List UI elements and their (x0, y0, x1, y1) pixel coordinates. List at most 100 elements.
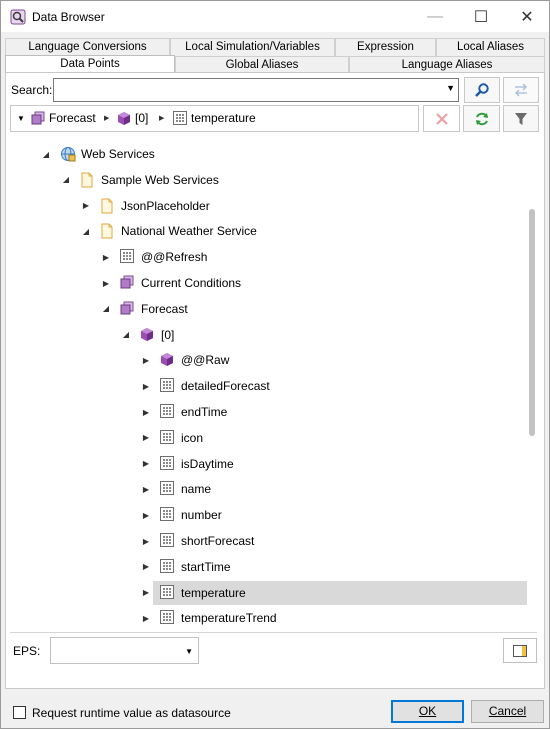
expand-arrow-icon[interactable]: ▶ (140, 612, 152, 624)
properties-panel-button[interactable] (503, 638, 537, 663)
value-field-icon (160, 507, 176, 523)
search-button[interactable] (464, 77, 500, 103)
tree-node-label: @@Raw (181, 353, 230, 368)
expand-arrow-icon[interactable]: ▶ (140, 406, 152, 418)
tree-node-label: National Weather Service (121, 224, 257, 239)
search-combobox[interactable]: ▼ (53, 78, 459, 102)
tree-scrollbar-thumb[interactable] (529, 209, 535, 436)
tree-node[interactable]: ▶ @@Refresh (100, 246, 207, 268)
value-field-icon (160, 455, 176, 472)
maximize-button[interactable]: ☐ (458, 1, 504, 32)
data-browser-window: Data Browser — ☐ ✕ Language Conversions … (0, 0, 550, 729)
tree-node-label: temperatureTrend (181, 611, 277, 626)
collapse-arrow-icon[interactable]: ◢ (40, 148, 52, 160)
clear-button[interactable] (423, 105, 460, 132)
tree-node-label: temperature (181, 585, 246, 600)
tree-node[interactable]: ▶ name (140, 478, 211, 500)
breadcrumb-item-forecast[interactable]: Forecast (31, 111, 96, 125)
breadcrumb-dropdown-icon[interactable]: ▼ (17, 114, 25, 123)
value-field-icon (120, 249, 136, 265)
tab-data-points[interactable]: Data Points (5, 55, 175, 73)
search-input[interactable] (54, 79, 434, 101)
expand-arrow-icon[interactable]: ▶ (140, 587, 152, 599)
minimize-button[interactable]: — (412, 1, 458, 32)
value-field-icon (160, 610, 176, 626)
data-point-tree[interactable]: ◢ Web Services ◢ Sample Web Services ▶ JsonPl… (10, 139, 537, 632)
object-list-icon (120, 275, 136, 291)
tree-node[interactable]: ▶ temperature (140, 580, 527, 605)
tree-node-label: Sample Web Services (101, 172, 219, 187)
expand-arrow-icon[interactable]: ▶ (140, 561, 152, 573)
tree-node[interactable]: ◢ [0] (120, 324, 174, 346)
expand-arrow-icon[interactable]: ▶ (80, 200, 92, 212)
tree-node-label: icon (181, 430, 204, 445)
tree-node[interactable]: ▶ endTime (140, 401, 227, 423)
value-field-icon (160, 558, 176, 575)
eps-dropdown-arrow-icon[interactable]: ▼ (185, 647, 193, 656)
document-icon (100, 198, 116, 214)
tree-node[interactable]: ▶ detailedForecast (140, 375, 270, 397)
tree-node-label: @@Refresh (141, 250, 208, 265)
tab-language-conversions[interactable]: Language Conversions (5, 38, 170, 56)
collapse-arrow-icon[interactable]: ◢ (100, 303, 112, 315)
filter-icon (515, 112, 527, 125)
tree-node[interactable]: ▶ JsonPlaceholder (80, 195, 210, 217)
tab-local-simulation-variables[interactable]: Local Simulation/Variables (170, 38, 335, 56)
divider (10, 632, 537, 633)
expand-arrow-icon[interactable]: ▶ (140, 432, 152, 444)
tree-node[interactable]: ◢ National Weather Service (80, 220, 257, 242)
tree-node[interactable]: ▶ shortForecast (140, 530, 254, 552)
collapse-arrow-icon[interactable]: ◢ (80, 225, 92, 237)
value-field-icon (160, 429, 176, 446)
tree-node[interactable]: ▶ icon (140, 427, 203, 449)
ok-button[interactable]: OK (391, 700, 464, 723)
runtime-value-checkbox-label[interactable]: Request runtime value as datasource (32, 706, 231, 720)
expand-arrow-icon[interactable]: ▶ (140, 509, 152, 521)
tree-node-label: [0] (161, 327, 175, 342)
expand-arrow-icon[interactable]: ▶ (100, 251, 112, 263)
tree-node[interactable]: ◢ Sample Web Services (60, 169, 219, 191)
value-field-icon (173, 111, 187, 125)
app-icon (10, 9, 26, 25)
breadcrumb-item-0[interactable]: [0] (117, 111, 148, 125)
tree-node[interactable]: ◢ Forecast (100, 298, 188, 320)
tree-node-label: name (181, 482, 212, 497)
swap-button[interactable] (503, 77, 539, 103)
search-dropdown-arrow-icon[interactable]: ▼ (446, 83, 455, 93)
breadcrumb-separator-icon: ▶ (104, 115, 110, 122)
tree-node[interactable]: ◢ Web Services (40, 143, 155, 165)
tree-scrollbar[interactable] (527, 139, 537, 632)
expand-arrow-icon[interactable]: ▶ (140, 354, 152, 366)
tree-node-label: Current Conditions (141, 276, 242, 290)
tab-local-aliases[interactable]: Local Aliases (436, 38, 545, 56)
panel-icon (513, 644, 527, 657)
breadcrumb-separator-icon: ▶ (159, 115, 165, 122)
tree-node-label: Web Services (81, 147, 155, 161)
tree-node[interactable]: ▶ @@Raw (140, 349, 229, 371)
tree-node[interactable]: ▶ isDaytime (140, 453, 234, 475)
tree-node[interactable]: ▶ number (140, 504, 222, 526)
cancel-button[interactable]: Cancel (471, 700, 544, 723)
runtime-value-checkbox[interactable] (13, 706, 26, 719)
search-icon (475, 83, 489, 97)
refresh-button[interactable] (463, 105, 500, 132)
document-icon (80, 172, 96, 188)
breadcrumb-item-temperature[interactable]: temperature (173, 111, 256, 125)
expand-arrow-icon[interactable]: ▶ (140, 535, 152, 547)
ok-button-label: OK (418, 704, 437, 718)
expand-arrow-icon[interactable]: ▶ (140, 458, 152, 470)
expand-arrow-icon[interactable]: ▶ (100, 277, 112, 289)
expand-arrow-icon[interactable]: ▶ (140, 483, 152, 495)
tree-node[interactable]: ▶ Current Conditions (100, 272, 241, 294)
collapse-arrow-icon[interactable]: ◢ (120, 329, 132, 341)
expand-arrow-icon[interactable]: ▶ (140, 380, 152, 392)
tree-node[interactable]: ▶ temperatureTrend (140, 607, 277, 629)
collapse-arrow-icon[interactable]: ◢ (60, 174, 72, 186)
tab-expression[interactable]: Expression (335, 38, 436, 56)
tree-node[interactable]: ▶ startTime (140, 556, 231, 578)
breadcrumb-label: [0] (135, 111, 149, 125)
close-button[interactable]: ✕ (504, 1, 550, 32)
filter-button[interactable] (503, 105, 539, 132)
clear-x-icon (435, 112, 448, 125)
eps-select[interactable]: ▼ (50, 637, 199, 664)
